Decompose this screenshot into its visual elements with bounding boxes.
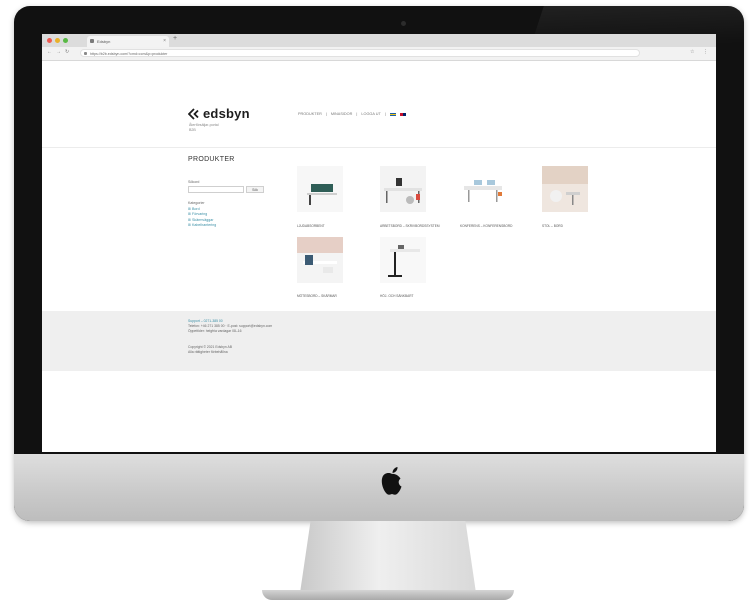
back-icon[interactable]: ← <box>47 49 52 55</box>
monitor-chin <box>14 454 744 521</box>
logo-subtitle: Återförsäljar-portal B2B <box>189 123 219 133</box>
browser-toolbar: ← → ↻ https://b2b.edsbyn.com/?cmd=ccm&p=… <box>42 47 716 61</box>
close-window-button[interactable] <box>47 38 52 43</box>
product-image <box>297 237 343 283</box>
site-logo[interactable]: edsbyn <box>188 106 250 121</box>
reload-icon[interactable]: ↻ <box>65 49 69 55</box>
product-caption[interactable]: Mötesbord – Skärmar <box>297 294 357 298</box>
swedish-flag-icon[interactable] <box>389 112 396 116</box>
browser-tab-bar: Edsbyn × + <box>42 34 716 47</box>
lock-icon <box>84 52 87 55</box>
product-caption[interactable]: Konferens – Konferensbord <box>460 224 520 228</box>
page-title: PRODUKTER <box>188 156 235 163</box>
product-image <box>380 166 426 212</box>
footer-copyright: Copyright © 2021 Edsbyn AB Alla rättighe… <box>188 345 232 355</box>
product-image <box>542 166 588 212</box>
browser-tab[interactable]: Edsbyn × <box>87 36 169 47</box>
product-thumbnail[interactable] <box>460 166 506 212</box>
tab-title: Edsbyn <box>97 39 111 44</box>
product-thumbnail[interactable] <box>380 166 426 212</box>
product-image <box>297 166 343 212</box>
product-image <box>380 237 426 283</box>
categories-heading: Kategorier <box>188 201 205 205</box>
address-bar[interactable]: https://b2b.edsbyn.com/?cmd=ccm&p=produk… <box>80 49 640 57</box>
site-footer: Support – 0271-385 00 Telefon: +46 271 3… <box>42 311 716 371</box>
apple-logo-icon <box>381 467 402 495</box>
window-controls <box>47 38 68 43</box>
star-icon[interactable]: ☆ <box>690 49 694 55</box>
product-thumbnail[interactable] <box>542 166 588 212</box>
product-thumbnail[interactable] <box>380 237 426 283</box>
maximize-window-button[interactable] <box>63 38 68 43</box>
footer-contact: Support – 0271-385 00 Telefon: +46 271 3… <box>188 319 272 334</box>
site-header: edsbyn Återförsäljar-portal B2B PRODUKTE… <box>42 61 716 148</box>
product-caption[interactable]: Arbetsbord – Skrivbordssystem <box>380 224 440 228</box>
product-thumbnail[interactable] <box>297 166 343 212</box>
minimize-window-button[interactable] <box>55 38 60 43</box>
logo-sub-line: B2B <box>189 128 196 132</box>
favicon-icon <box>90 39 94 43</box>
search-label: Sökord <box>188 180 200 184</box>
product-image <box>460 166 506 212</box>
nav-separator: | <box>384 112 386 116</box>
camera-icon <box>401 21 406 26</box>
nav-item-logga-ut[interactable]: LOGGA UT <box>361 112 380 116</box>
menu-icon[interactable]: ⋮ <box>703 49 708 55</box>
nav-item-produkter[interactable]: PRODUKTER <box>298 112 322 116</box>
imac-monitor: Edsbyn × + ← → ↻ https://b2b.edsbyn.com/… <box>14 6 744 521</box>
product-caption[interactable]: Ljudabsorbent <box>297 224 357 228</box>
close-tab-icon[interactable]: × <box>163 36 166 47</box>
category-item-kabelhantering[interactable]: ⊞ Kabelhantering <box>188 223 216 228</box>
forward-icon[interactable]: → <box>56 49 61 55</box>
english-flag-icon[interactable] <box>399 112 406 116</box>
monitor-stand <box>300 521 476 593</box>
address-url: https://b2b.edsbyn.com/?cmd=ccm&p=produk… <box>90 52 168 56</box>
footer-line: Öppettider: helgfria vardagar 08–16 <box>188 329 242 333</box>
new-tab-icon[interactable]: + <box>173 35 177 42</box>
search-input[interactable] <box>188 186 244 193</box>
screen: Edsbyn × + ← → ↻ https://b2b.edsbyn.com/… <box>42 34 716 452</box>
search-button[interactable]: Sök <box>246 186 264 193</box>
product-caption[interactable]: Höj- och sänkbart <box>380 294 440 298</box>
footer-line: Alla rättigheter förbehållna <box>188 350 228 354</box>
web-page: edsbyn Återförsäljar-portal B2B PRODUKTE… <box>42 61 716 371</box>
monitor-stand-base <box>262 590 514 600</box>
nav-item-minasidor[interactable]: MINASIDOR <box>331 112 353 116</box>
nav-separator: | <box>325 112 327 116</box>
main-content: PRODUKTER Sökord Sök Kategorier ⊞ Bord ⊞… <box>42 148 716 314</box>
logo-text: edsbyn <box>203 106 250 121</box>
nav-separator: | <box>356 112 358 116</box>
top-navigation: PRODUKTER | MINASIDOR | LOGGA UT | <box>298 112 406 116</box>
category-list: ⊞ Bord ⊞ Förvaring ⊞ Skärmväggar ⊞ Kabel… <box>188 207 216 229</box>
edsbyn-logo-icon <box>188 107 199 120</box>
product-caption[interactable]: Stol – Bord <box>542 224 602 228</box>
product-thumbnail[interactable] <box>297 237 343 283</box>
